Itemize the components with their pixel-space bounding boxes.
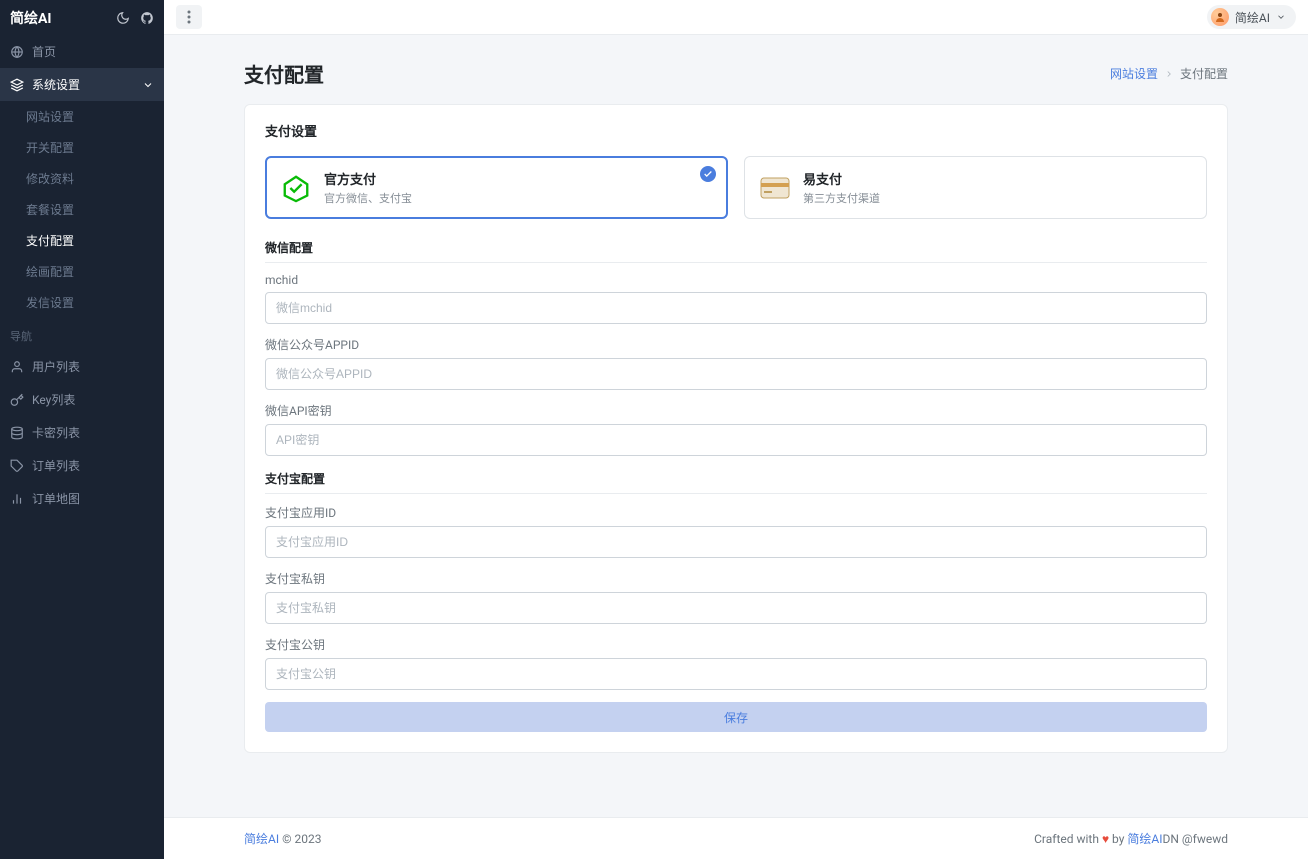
pay-option-desc: 官方微信、支付宝 bbox=[324, 190, 412, 206]
layers-icon bbox=[10, 78, 24, 92]
theme-toggle-icon[interactable] bbox=[116, 11, 130, 25]
pay-options: 官方支付 官方微信、支付宝 易支付 第三方支付渠道 bbox=[265, 156, 1207, 219]
nav-home[interactable]: 首页 bbox=[0, 35, 164, 68]
chart-icon bbox=[10, 492, 24, 506]
wechat-mchid-input[interactable] bbox=[265, 292, 1207, 324]
wechat-appid-label: 微信公众号APPID bbox=[265, 336, 1207, 353]
page-header: 支付配置 网站设置 支付配置 bbox=[164, 35, 1308, 104]
brand-logo: 简绘AI bbox=[10, 8, 52, 28]
pay-option-title: 官方支付 bbox=[324, 169, 412, 188]
sidebar: 简绘AI 首页 系统设置 网站设置 开关配置 修改资料 bbox=[0, 0, 164, 859]
breadcrumb-parent[interactable]: 网站设置 bbox=[1110, 65, 1158, 82]
pay-option-desc: 第三方支付渠道 bbox=[803, 190, 880, 206]
avatar-icon bbox=[1211, 8, 1229, 26]
tag-icon bbox=[10, 459, 24, 473]
save-button[interactable]: 保存 bbox=[265, 702, 1207, 732]
footer-brand-link[interactable]: 简绘AI bbox=[244, 832, 279, 846]
nav-sub-site[interactable]: 网站设置 bbox=[0, 101, 164, 132]
heart-icon: ♥ bbox=[1102, 832, 1109, 846]
nav-section-title: 导航 bbox=[0, 318, 164, 350]
chevron-down-icon bbox=[142, 79, 154, 91]
settings-card: 支付设置 官方支付 官方微信、支付宝 bbox=[244, 104, 1228, 753]
alipay-private-input[interactable] bbox=[265, 592, 1207, 624]
pay-option-official[interactable]: 官方支付 官方微信、支付宝 bbox=[265, 156, 728, 219]
github-icon[interactable] bbox=[140, 11, 154, 25]
wechat-pay-icon bbox=[280, 172, 312, 204]
nav-user-list[interactable]: 用户列表 bbox=[0, 350, 164, 383]
chevron-right-icon bbox=[1164, 69, 1174, 79]
footer-right: Crafted with ♥ by 简绘AIDN @fwewd bbox=[1034, 830, 1228, 847]
sidebar-header: 简绘AI bbox=[0, 0, 164, 35]
dots-vertical-icon bbox=[187, 10, 191, 24]
alipay-public-label: 支付宝公钥 bbox=[265, 636, 1207, 653]
nav-system-settings[interactable]: 系统设置 bbox=[0, 68, 164, 101]
alipay-public-input[interactable] bbox=[265, 658, 1207, 690]
alipay-appid-label: 支付宝应用ID bbox=[265, 504, 1207, 521]
wechat-appid-input[interactable] bbox=[265, 358, 1207, 390]
nav-sub-switch[interactable]: 开关配置 bbox=[0, 132, 164, 163]
topbar: 简绘AI bbox=[164, 0, 1308, 35]
user-menu[interactable]: 简绘AI bbox=[1207, 5, 1296, 29]
database-icon bbox=[10, 426, 24, 440]
nav-key-list[interactable]: Key列表 bbox=[0, 383, 164, 416]
breadcrumb: 网站设置 支付配置 bbox=[1110, 65, 1228, 82]
nav-sub-package[interactable]: 套餐设置 bbox=[0, 194, 164, 225]
page-title: 支付配置 bbox=[244, 59, 324, 88]
main: 简绘AI 支付配置 网站设置 支付配置 支付设置 bbox=[164, 0, 1308, 859]
content: 支付设置 官方支付 官方微信、支付宝 bbox=[164, 104, 1308, 817]
nav-order-list[interactable]: 订单列表 bbox=[0, 449, 164, 482]
alipay-private-label: 支付宝私钥 bbox=[265, 570, 1207, 587]
nav-sub-draw[interactable]: 绘画配置 bbox=[0, 256, 164, 287]
footer-author-link[interactable]: 简绘AI bbox=[1127, 832, 1162, 846]
key-icon bbox=[10, 393, 24, 407]
nav-sub-payment[interactable]: 支付配置 bbox=[0, 225, 164, 256]
footer: 简绘AI © 2023 Crafted with ♥ by 简绘AIDN @fw… bbox=[164, 817, 1308, 859]
menu-dots-button[interactable] bbox=[176, 5, 202, 29]
pay-option-yipay[interactable]: 易支付 第三方支付渠道 bbox=[744, 156, 1207, 219]
home-icon bbox=[10, 45, 24, 59]
chevron-down-icon bbox=[1276, 12, 1286, 22]
nav: 首页 系统设置 网站设置 开关配置 修改资料 套餐设置 支付配置 绘画配置 发信… bbox=[0, 35, 164, 859]
card-title: 支付设置 bbox=[265, 121, 1207, 140]
wechat-apikey-input[interactable] bbox=[265, 424, 1207, 456]
alipay-section-title: 支付宝配置 bbox=[265, 470, 1207, 494]
footer-left: 简绘AI © 2023 bbox=[244, 830, 321, 847]
nav-card-list[interactable]: 卡密列表 bbox=[0, 416, 164, 449]
pay-option-title: 易支付 bbox=[803, 169, 880, 188]
nav-sub-profile[interactable]: 修改资料 bbox=[0, 163, 164, 194]
wechat-mchid-label: mchid bbox=[265, 273, 1207, 287]
nav-sub-send[interactable]: 发信设置 bbox=[0, 287, 164, 318]
alipay-appid-input[interactable] bbox=[265, 526, 1207, 558]
breadcrumb-current: 支付配置 bbox=[1180, 65, 1228, 82]
card-pay-icon bbox=[759, 172, 791, 204]
nav-order-map[interactable]: 订单地图 bbox=[0, 482, 164, 515]
wechat-apikey-label: 微信API密钥 bbox=[265, 402, 1207, 419]
wechat-section-title: 微信配置 bbox=[265, 239, 1207, 263]
user-icon bbox=[10, 360, 24, 374]
check-badge-icon bbox=[700, 166, 716, 182]
